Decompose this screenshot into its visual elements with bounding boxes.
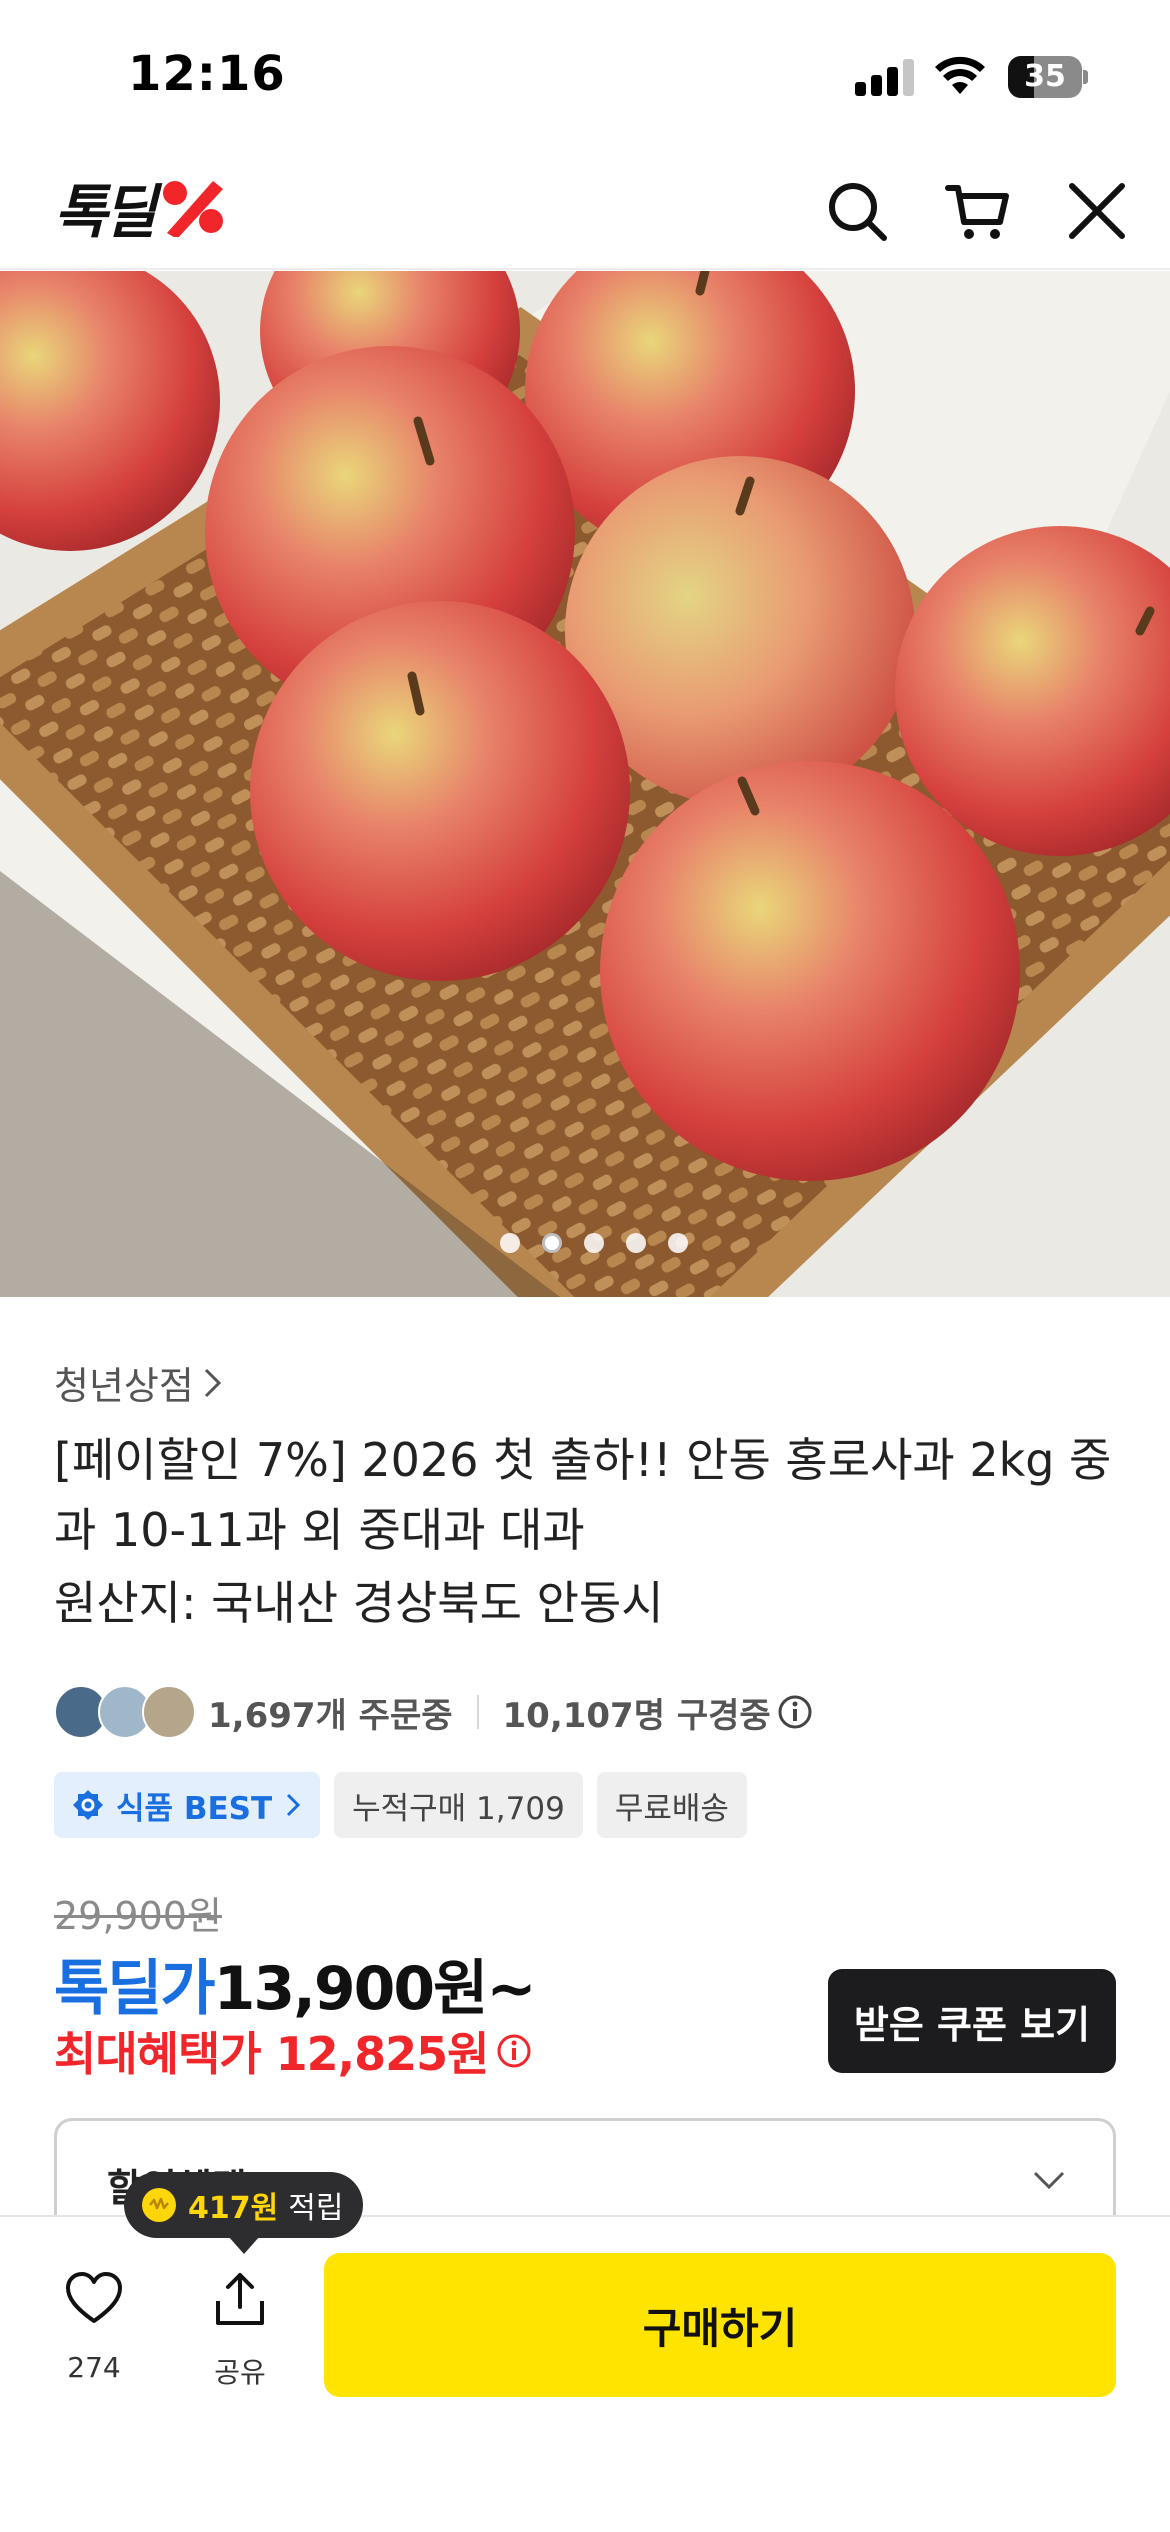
app-header: 톡딜: [0, 150, 1170, 270]
buy-button[interactable]: 구매하기: [324, 2253, 1116, 2397]
best-badge[interactable]: 식품 BEST: [54, 1772, 321, 1838]
max-benefit-price: 최대혜택가 12,825원: [54, 2027, 489, 2081]
heart-icon: [66, 2272, 122, 2323]
battery-icon: 35: [1008, 56, 1088, 98]
store-name: 청년상점: [54, 1364, 194, 1408]
cumulative-purchase-badge: 누적구매 1,709: [334, 1772, 583, 1838]
pagination-dot[interactable]: [584, 1233, 604, 1253]
deal-label: 톡딜가: [54, 1954, 216, 2024]
pagination-dot[interactable]: [668, 1233, 688, 1253]
info-icon[interactable]: [494, 2031, 534, 2071]
share-label: 공유: [214, 2356, 266, 2389]
original-price: 29,900원: [54, 1894, 222, 1938]
orders-count: 1,697개 주문중: [208, 1695, 453, 1736]
pagination-dot[interactable]: [542, 1233, 562, 1253]
max-benefit-row: 최대혜택가 12,825원: [54, 2018, 534, 2084]
cart-icon[interactable]: [942, 176, 1012, 246]
product-image-gallery[interactable]: [0, 271, 1170, 1297]
tooltip-arrow: [228, 2236, 260, 2254]
reward-suffix: 적립: [288, 2191, 344, 2226]
pagination-dot[interactable]: [626, 1233, 646, 1253]
like-count: 274: [67, 2351, 121, 2384]
percent-logo-icon: [162, 181, 223, 237]
product-photo-apples: [0, 271, 1170, 1297]
app-logo[interactable]: 톡딜: [54, 172, 227, 246]
divider: [476, 1695, 479, 1729]
chevron-right-icon: [204, 1368, 221, 1397]
image-pagination-dots: [0, 1233, 1170, 1257]
battery-level-text: 35: [1024, 59, 1066, 94]
deal-price-row: 톡딜가 13,900원~: [54, 1940, 537, 2027]
status-bar: 12:16 35: [0, 0, 1170, 150]
deal-price: 13,900원~: [213, 1954, 537, 2024]
share-button[interactable]: 공유: [190, 2269, 290, 2409]
buyer-avatars: [54, 1684, 198, 1740]
free-shipping-badge: 무료배송: [596, 1772, 747, 1838]
close-icon[interactable]: [1062, 176, 1132, 246]
chevron-down-icon: [1033, 2171, 1065, 2190]
coin-icon: [142, 2188, 176, 2222]
store-link[interactable]: 청년상점: [54, 1355, 226, 1410]
like-button[interactable]: 274: [44, 2269, 144, 2409]
reward-amount: 417원: [188, 2191, 279, 2226]
reward-tooltip: 417원 적립: [124, 2172, 364, 2238]
view-coupons-button[interactable]: 받은 쿠폰 보기: [828, 1969, 1116, 2073]
viewers-count: 10,107명 구경중: [502, 1695, 771, 1736]
best-badge-label: 식품 BEST: [116, 1790, 273, 1827]
stats-row: 1,697개 주문중 10,107명 구경중: [54, 1684, 813, 1740]
cellular-signal-icon: [855, 58, 917, 96]
product-badges: 식품 BEST 누적구매 1,709 무료배송: [54, 1772, 747, 1838]
avatar: [142, 1685, 196, 1739]
chevron-right-icon: [287, 1793, 301, 1817]
share-icon: [216, 2273, 264, 2325]
search-icon[interactable]: [822, 176, 892, 246]
verified-badge-icon: [73, 1790, 103, 1820]
product-origin: 원산지: 국내산 경상북도 안동시: [54, 1576, 664, 1630]
bottom-action-bar: 274 공유 구매하기: [0, 2215, 1170, 2532]
logo-text: 톡딜: [54, 178, 157, 246]
wifi-icon: [935, 56, 985, 94]
status-time: 12:16: [128, 46, 286, 102]
pagination-dot[interactable]: [500, 1233, 520, 1253]
product-title: [페이할인 7%] 2026 첫 출하!! 안동 홍로사과 2kg 중과 10-…: [54, 1433, 1112, 1557]
info-icon[interactable]: [777, 1694, 813, 1730]
